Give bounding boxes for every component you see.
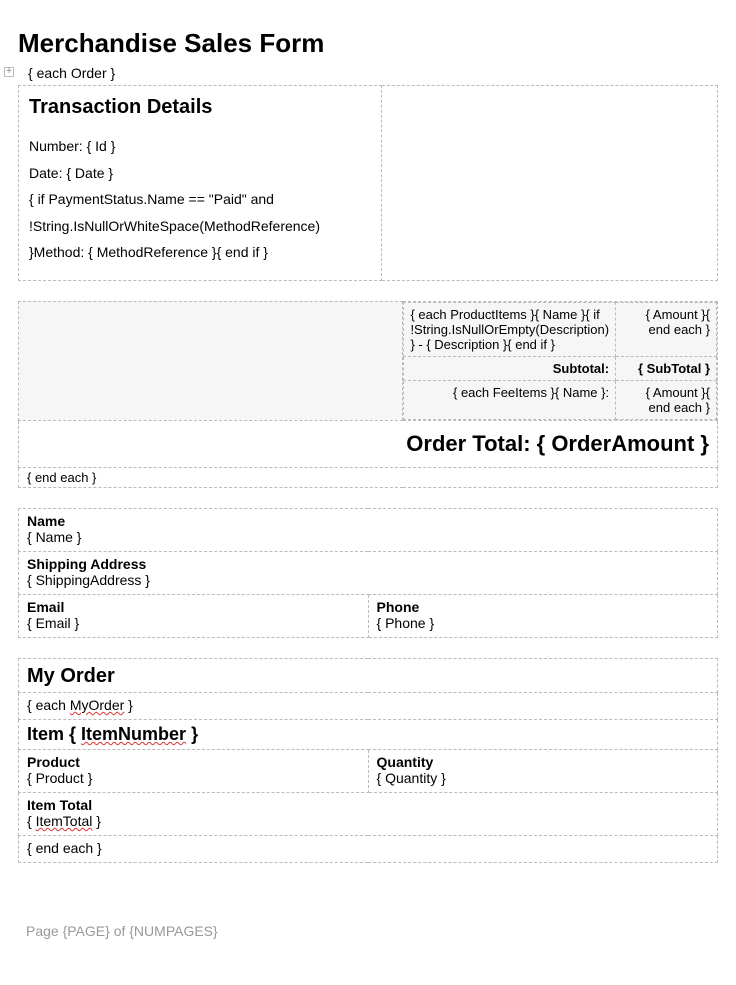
each-myorder-directive: { each MyOrder } — [19, 692, 718, 719]
transaction-date: Date: { Date } — [29, 160, 371, 187]
subtotal-value-cell: { SubTotal } — [616, 356, 717, 380]
product-cell: Product { Product } — [19, 749, 369, 792]
item-total-underline: ItemTotal — [36, 813, 93, 829]
each-myorder-pre: { each — [27, 697, 70, 713]
transaction-number: Number: { Id } — [29, 133, 371, 160]
item-heading-pre: Item { — [27, 724, 81, 744]
items-table: { each ProductItems }{ Name }{ if !Strin… — [18, 301, 718, 488]
order-total: Order Total: { OrderAmount } — [27, 431, 709, 457]
page-footer: Page {PAGE} of {NUMPAGES} — [18, 923, 718, 939]
fee-amount-cell: { Amount }{ end each } — [616, 380, 717, 419]
transaction-cond-2: !String.IsNullOrWhiteSpace(MethodReferen… — [29, 213, 371, 240]
product-value: { Product } — [27, 770, 360, 786]
quantity-value: { Quantity } — [377, 770, 710, 786]
product-amount-cell: { Amount }{ end each } — [616, 302, 717, 356]
email-label: Email — [27, 599, 360, 615]
transaction-heading: Transaction Details — [29, 96, 371, 119]
phone-label: Phone — [377, 599, 710, 615]
myorder-table: My Order { each MyOrder } Item { ItemNum… — [18, 658, 718, 863]
item-total-post: } — [92, 813, 101, 829]
transaction-table: Transaction Details Number: { Id } Date:… — [18, 85, 718, 281]
transaction-details-cell: Transaction Details Number: { Id } Date:… — [19, 86, 382, 281]
phone-value: { Phone } — [377, 615, 710, 631]
shipping-value: { ShippingAddress } — [27, 572, 709, 588]
end-each-order: { end each } — [19, 467, 718, 487]
contact-table: Name { Name } Shipping Address { Shippin… — [18, 508, 718, 638]
item-heading: Item { ItemNumber } — [19, 719, 718, 749]
end-each-myorder: { end each } — [19, 835, 718, 862]
items-blank-cell — [19, 301, 403, 420]
each-myorder-underline: MyOrder — [70, 697, 124, 713]
subtotal-label-cell: Subtotal: — [404, 356, 616, 380]
table-anchor-icon: + — [4, 67, 14, 77]
transaction-cond-1: { if PaymentStatus.Name == "Paid" and — [29, 186, 371, 213]
item-heading-underline: ItemNumber — [81, 724, 186, 744]
transaction-cond-3: }Method: { MethodReference }{ end if } — [29, 239, 371, 266]
each-myorder-post: } — [124, 697, 133, 713]
email-value: { Email } — [27, 615, 360, 631]
item-total-value: { ItemTotal } — [27, 813, 709, 829]
name-cell: Name { Name } — [19, 508, 718, 551]
phone-cell: Phone { Phone } — [368, 594, 718, 637]
quantity-cell: Quantity { Quantity } — [368, 749, 718, 792]
items-inner-table: { each ProductItems }{ Name }{ if !Strin… — [403, 302, 717, 420]
name-label: Name — [27, 513, 709, 529]
myorder-heading: My Order — [19, 658, 718, 692]
item-heading-post: } — [186, 724, 198, 744]
email-cell: Email { Email } — [19, 594, 369, 637]
product-items-cell: { each ProductItems }{ Name }{ if !Strin… — [404, 302, 616, 356]
quantity-label: Quantity — [377, 754, 710, 770]
product-label: Product — [27, 754, 360, 770]
fee-items-cell: { each FeeItems }{ Name }: — [404, 380, 616, 419]
shipping-label: Shipping Address — [27, 556, 709, 572]
item-total-pre: { — [27, 813, 36, 829]
page-title: Merchandise Sales Form — [18, 28, 718, 59]
each-order-directive: { each Order } — [28, 65, 718, 81]
item-total-cell: Item Total { ItemTotal } — [19, 792, 718, 835]
item-total-label: Item Total — [27, 797, 709, 813]
transaction-blank-cell — [382, 86, 718, 281]
shipping-cell: Shipping Address { ShippingAddress } — [19, 551, 718, 594]
name-value: { Name } — [27, 529, 709, 545]
